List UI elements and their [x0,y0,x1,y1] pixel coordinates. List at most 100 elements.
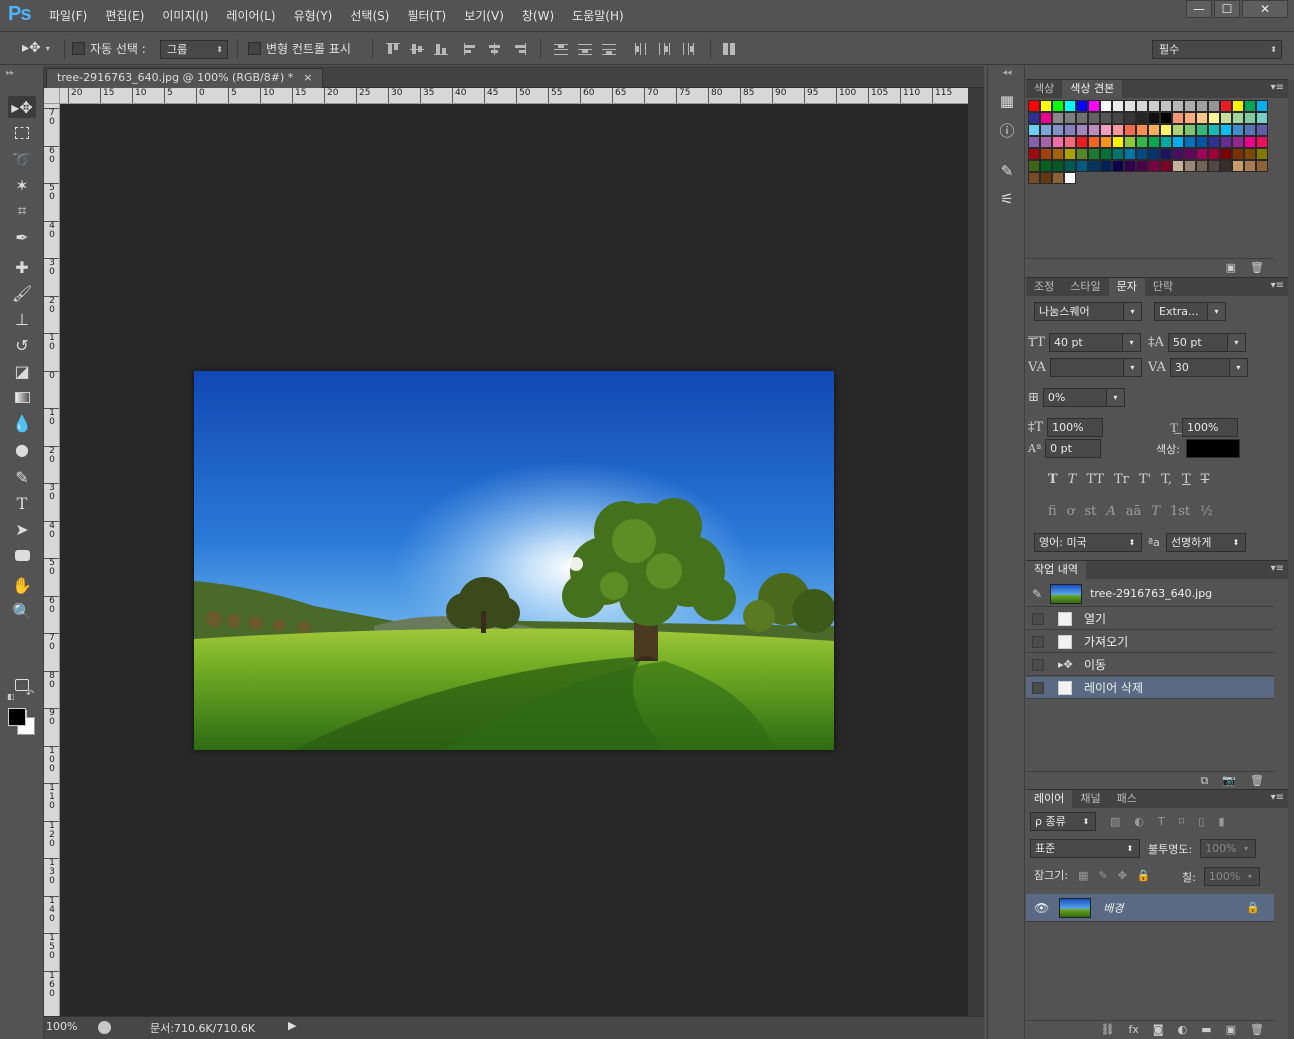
color-swatch[interactable] [1112,160,1124,172]
pen-tool-icon[interactable]: ✎ [8,466,36,488]
new-document-from-state-icon[interactable]: ⧉ [1200,774,1208,788]
color-swatch[interactable] [1196,112,1208,124]
color-swatch[interactable] [1028,172,1040,184]
color-swatch[interactable] [1256,148,1268,160]
small-caps-button[interactable]: Tr [1114,472,1129,487]
color-swatch[interactable] [1076,148,1088,160]
new-swatch-icon[interactable]: ▣ [1226,261,1236,274]
color-swatch[interactable] [1052,172,1064,184]
color-swatch[interactable] [1124,160,1136,172]
stylistic-alternates-button[interactable]: aā [1126,504,1142,519]
properties-dock-icon[interactable]: ⚟ [997,190,1017,210]
color-swatch[interactable] [1160,136,1172,148]
color-swatch[interactable] [1148,100,1160,112]
brush-tool-icon[interactable]: 🖌 [8,282,36,304]
color-swatch[interactable] [1088,136,1100,148]
layer-style-icon[interactable]: fx [1129,1023,1139,1036]
color-swatch[interactable] [1184,160,1196,172]
magic-wand-icon[interactable]: ✶ [8,174,36,196]
color-swatch[interactable] [1040,124,1052,136]
color-swatch[interactable] [1052,124,1064,136]
filter-smart-object-icon[interactable]: ▯ [1198,815,1204,828]
color-swatch[interactable] [1124,136,1136,148]
color-swatch[interactable] [1256,124,1268,136]
color-swatch[interactable] [1220,160,1232,172]
transform-controls-checkbox[interactable] [248,42,261,55]
camera-icon[interactable]: 📷 [1222,774,1236,787]
auto-align-icon[interactable] [722,43,736,55]
color-swatch[interactable] [1076,160,1088,172]
color-swatch[interactable] [1124,124,1136,136]
menu-filter[interactable]: 필터(T) [398,0,455,32]
filter-adjustment-icon[interactable]: ◐ [1134,815,1144,828]
history-step[interactable]: 가져오기 [1026,631,1274,653]
distribute-hcenter-icon[interactable] [658,43,672,55]
color-swatch[interactable] [1052,148,1064,160]
color-swatch[interactable] [1028,160,1040,172]
color-swatch[interactable] [1208,148,1220,160]
color-swatch[interactable] [1232,160,1244,172]
auto-select-checkbox[interactable] [72,42,85,55]
tool-preset-picker[interactable]: ▸✥ ▾ [22,40,50,56]
menu-select[interactable]: 선택(S) [341,0,398,32]
color-swatch[interactable] [1160,148,1172,160]
lock-image-icon[interactable]: ✎ [1098,869,1107,882]
color-swatch[interactable] [1064,136,1076,148]
eye-icon[interactable]: 👁 [1034,901,1049,915]
discretionary-ligatures-button[interactable]: st [1085,504,1097,519]
filter-shape-icon[interactable]: ⌑ [1179,815,1185,828]
color-swatch[interactable] [1100,136,1112,148]
color-swatch[interactable] [1256,136,1268,148]
color-swatch[interactable] [1040,160,1052,172]
status-info-icon[interactable] [98,1021,111,1034]
history-dock-icon[interactable]: ▦ [997,92,1017,112]
color-swatch[interactable] [1064,124,1076,136]
font-size-field[interactable]: 40 pt ▾ [1048,333,1141,352]
color-swatch[interactable] [1052,136,1064,148]
history-state-checkbox[interactable] [1032,681,1044,694]
color-swatch[interactable] [1220,100,1232,112]
color-swatch[interactable] [1172,148,1184,160]
color-swatch[interactable] [1220,136,1232,148]
delete-state-icon[interactable]: 🗑 [1250,774,1264,787]
marquee-tool-icon[interactable] [8,122,36,144]
align-left-icon[interactable] [464,43,478,55]
maximize-button[interactable]: ☐ [1214,0,1240,18]
color-swatch[interactable] [1088,112,1100,124]
color-swatch[interactable] [1136,100,1148,112]
color-swatch[interactable] [1100,124,1112,136]
filter-type-icon[interactable]: T [1158,815,1165,828]
zoom-tool-icon[interactable]: 🔍 [8,600,36,622]
zoom-level[interactable]: 100% [46,1020,86,1033]
tab-swatches[interactable]: 색상 견본 [1062,80,1123,98]
tab-layers[interactable]: 레이어 [1026,790,1073,808]
history-state-checkbox[interactable] [1032,658,1044,671]
color-swatch[interactable] [1172,136,1184,148]
color-swatch[interactable] [1232,112,1244,124]
info-dock-icon[interactable]: ⓘ [997,120,1017,140]
tab-character[interactable]: 문자 [1108,278,1145,296]
history-step[interactable]: 열기 [1026,608,1274,630]
distribute-left-icon[interactable] [634,43,648,55]
color-swatch[interactable] [1208,136,1220,148]
color-swatch[interactable] [1112,148,1124,160]
underline-button[interactable]: T [1182,472,1191,487]
kerning-field[interactable]: ▾ [1049,358,1142,377]
old-style-button[interactable]: ơ [1067,504,1075,519]
delete-layer-icon[interactable]: 🗑 [1250,1023,1264,1036]
new-group-icon[interactable]: ▬ [1201,1023,1211,1036]
color-swatch[interactable] [1040,100,1052,112]
tab-channels[interactable]: 채널 [1072,790,1108,808]
color-swatch[interactable] [1040,136,1052,148]
color-swatch[interactable] [1244,136,1256,148]
tsume-field[interactable]: 0% ▾ [1042,388,1125,407]
color-swatch[interactable] [1028,124,1040,136]
color-swatch[interactable] [1100,100,1112,112]
new-layer-icon[interactable]: ▣ [1226,1023,1236,1036]
swash-button[interactable]: A [1106,504,1115,519]
menu-type[interactable]: 유형(Y) [285,0,342,32]
distribute-right-icon[interactable] [682,43,696,55]
color-swatch[interactable] [1028,112,1040,124]
color-swatch[interactable] [1184,112,1196,124]
history-snapshot[interactable]: ✎ tree-2916763_640.jpg [1026,581,1274,607]
